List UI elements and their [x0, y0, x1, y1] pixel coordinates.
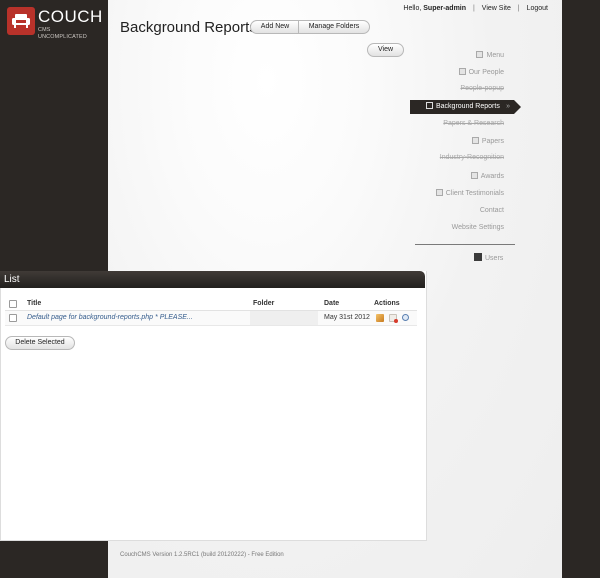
- add-new-button[interactable]: Add New: [250, 20, 300, 34]
- page-title-link[interactable]: Default page for background-reports.php …: [27, 311, 193, 325]
- sidebar-item-people-popup[interactable]: People-popup: [460, 85, 504, 92]
- view-page-icon[interactable]: [402, 314, 409, 321]
- sidebar-item-contact[interactable]: Contact: [480, 207, 504, 214]
- page-icon: [470, 172, 478, 179]
- delete-icon[interactable]: [389, 314, 398, 323]
- page-icon: [435, 189, 443, 196]
- date-cell: May 31st 2012: [324, 314, 370, 321]
- sidebar-item-background-reports[interactable]: Background Reports »: [410, 100, 521, 114]
- page-icon: [458, 68, 466, 75]
- sidebar-item-label: Background Reports: [436, 103, 500, 110]
- row-checkbox[interactable]: [9, 314, 17, 322]
- username: Super-admin: [423, 5, 467, 12]
- sidebar-item-label: Users: [485, 255, 504, 262]
- sidebar-item-our-people[interactable]: Our People: [458, 68, 504, 76]
- sidebar-item-label: Menu: [486, 52, 504, 59]
- table-header: Title Folder Date Actions: [5, 297, 417, 311]
- couch-sofa-icon: [7, 7, 35, 35]
- page-title: Background Reports: [120, 19, 257, 36]
- sidebar-item-industry-recognition[interactable]: Industry-Recognition: [440, 154, 504, 161]
- sidebar-item-label: Contact: [479, 207, 504, 214]
- sidebar-item-label: Papers: [481, 138, 504, 145]
- sidebar-item-menu[interactable]: Menu: [476, 51, 504, 59]
- sidebar-item-label: People-popup: [460, 85, 504, 92]
- brand-tagline: CMS UNCOMPLICATED: [38, 27, 87, 40]
- footer-version: CouchCMS Version 1.2.5RC1 (build 2012022…: [120, 552, 284, 558]
- greeting-text: Hello,: [403, 5, 422, 12]
- manage-folders-button[interactable]: Manage Folders: [298, 20, 370, 34]
- separator: |: [517, 5, 520, 12]
- page-icon: [471, 137, 479, 144]
- sidebar-item-label: Papers & Research: [443, 120, 504, 127]
- list-heading: List: [4, 274, 20, 285]
- column-actions: Actions: [374, 300, 400, 307]
- sidebar-item-papers[interactable]: Papers: [471, 137, 504, 145]
- view-site-link[interactable]: View Site: [482, 5, 511, 12]
- couch-logo[interactable]: COUCH CMS UNCOMPLICATED: [7, 7, 102, 40]
- user-bar: Hello, Super-admin | View Site | Logout: [403, 5, 548, 12]
- sidebar-item-awards[interactable]: Awards: [470, 172, 504, 180]
- column-date: Date: [324, 300, 340, 307]
- sidebar-item-client-testimonials[interactable]: Client Testimonials: [435, 189, 504, 197]
- edit-icon[interactable]: [376, 314, 384, 322]
- sidebar-item-label: Awards: [480, 173, 504, 180]
- select-all-checkbox[interactable]: [9, 300, 17, 308]
- page-icon: [426, 102, 433, 109]
- sidebar-item-label: Our People: [468, 69, 504, 76]
- sidebar-item-label: Website Settings: [451, 224, 504, 231]
- chevron-right-icon: »: [506, 103, 510, 110]
- sidebar-item-label: Industry-Recognition: [439, 154, 504, 161]
- sidebar-item-website-settings[interactable]: Website Settings: [452, 224, 504, 231]
- table-row: Default page for background-reports.php …: [5, 311, 417, 326]
- sidebar-item-label: Client Testimonials: [445, 190, 504, 197]
- brand-name: COUCH: [38, 7, 103, 26]
- separator: |: [473, 5, 475, 12]
- list-panel-header: List: [0, 271, 425, 288]
- view-button[interactable]: View: [367, 43, 404, 57]
- page-icon: [476, 51, 484, 58]
- delete-selected-button[interactable]: Delete Selected: [5, 336, 75, 350]
- sidebar-item-papers-research[interactable]: Papers & Research: [443, 120, 504, 127]
- column-folder: Folder: [253, 300, 275, 307]
- logout-link[interactable]: Logout: [527, 5, 548, 12]
- folder-cell: [250, 311, 318, 325]
- sidebar-divider: [415, 244, 515, 245]
- column-title: Title: [27, 300, 42, 307]
- sidebar-item-users[interactable]: Users: [474, 253, 503, 262]
- users-icon: [474, 253, 482, 261]
